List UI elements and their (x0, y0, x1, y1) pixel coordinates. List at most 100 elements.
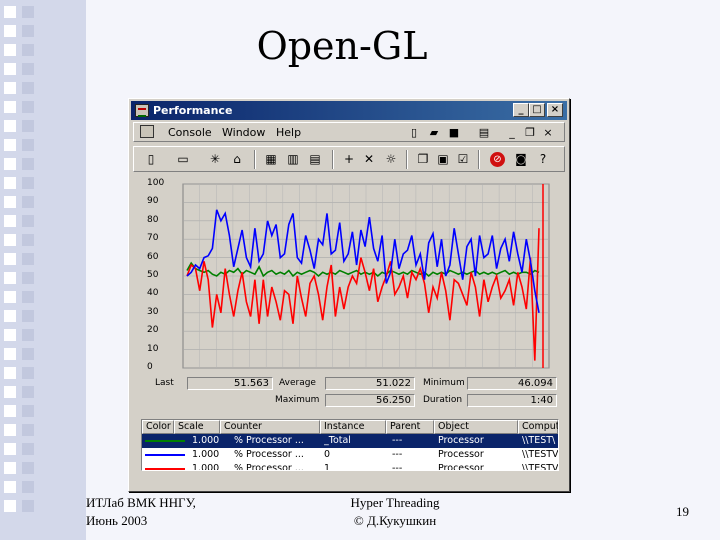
paste-counter-list-icon[interactable]: ▣ (434, 150, 452, 168)
decorative-square (4, 310, 16, 322)
decorative-square (22, 177, 34, 189)
footer-date: Июнь 2003 (86, 513, 148, 528)
legend-computer: \\TESTV (522, 463, 558, 471)
toolbar: ▯ ▭ ✳ ⌂ ▦ ▥ ▤ + ✕ ☼ ❐ ▣ ☑ ⊘ ◙ ? (133, 146, 565, 172)
window-close-icon[interactable]: × (540, 125, 556, 140)
properties-icon[interactable]: ▤ (476, 125, 492, 140)
footer-middle: Hyper Threading © Д.Кукушкин (340, 494, 450, 530)
delete-counter-icon[interactable]: ✕ (360, 150, 378, 168)
update-data-icon[interactable]: ◙ (512, 150, 530, 168)
graph-area: 100 90 80 70 60 50 40 30 20 10 0 (133, 176, 565, 390)
decorative-square (22, 82, 34, 94)
decorative-square (22, 215, 34, 227)
footer-left: ИТЛаб ВМК ННГУ, Июнь 2003 (86, 494, 196, 530)
menu-console[interactable]: Console (168, 126, 212, 139)
decorative-square (22, 443, 34, 455)
decorative-square (22, 462, 34, 474)
decorative-square (22, 405, 34, 417)
performance-window: Performance _ □ × Console Window Help ▯ … (128, 98, 570, 492)
maximize-button[interactable]: □ (529, 103, 545, 117)
console-doc-icon[interactable] (140, 125, 154, 138)
view-graph-icon[interactable]: ▦ (262, 150, 280, 168)
decorative-square (4, 101, 16, 113)
legend-row[interactable]: 1.000 % Processor ... 0 --- Processor \\… (142, 448, 558, 462)
decorative-square (4, 424, 16, 436)
view-log-data-icon[interactable]: ⌂ (228, 150, 246, 168)
decorative-left-band (0, 0, 86, 540)
legend-header-counter[interactable]: Counter (220, 420, 320, 434)
legend-header-object[interactable]: Object (434, 420, 518, 434)
decorative-square (4, 6, 16, 18)
clear-display-icon[interactable]: ▭ (174, 150, 192, 168)
decorative-square (4, 158, 16, 170)
legend-row[interactable]: 1.000 % Processor ... _Total --- Process… (142, 434, 558, 448)
decorative-square (22, 196, 34, 208)
minimum-label: Minimum (423, 378, 465, 388)
legend-object: Processor (438, 449, 484, 460)
close-button[interactable]: × (547, 103, 563, 117)
maximum-value: 56.250 (325, 394, 415, 407)
decorative-square (4, 82, 16, 94)
add-counter-icon[interactable]: + (340, 150, 358, 168)
decorative-square (22, 500, 34, 512)
new-icon[interactable]: ▯ (406, 125, 422, 140)
legend-header-color[interactable]: Color (142, 420, 174, 434)
properties-icon[interactable]: ☑ (454, 150, 472, 168)
legend-computer: \\TEST\ (522, 435, 556, 446)
save-icon[interactable]: ■ (446, 125, 462, 140)
performance-app-icon (135, 104, 149, 117)
footer-author: © Д.Кукушкин (353, 513, 437, 528)
decorative-square (4, 253, 16, 265)
last-label: Last (155, 378, 174, 388)
toolbar-separator (478, 150, 480, 169)
decorative-square (4, 139, 16, 151)
decorative-square (4, 196, 16, 208)
open-folder-icon[interactable]: ▰ (426, 125, 442, 140)
menu-help[interactable]: Help (276, 126, 301, 139)
decorative-square (22, 329, 34, 341)
stats-panel: Last 51.563 Average 51.022 Minimum 46.09… (133, 375, 565, 415)
copy-properties-icon[interactable]: ❐ (414, 150, 432, 168)
legend-object: Processor (438, 463, 484, 471)
legend-parent: --- (392, 463, 403, 471)
decorative-square (22, 348, 34, 360)
decorative-square (4, 443, 16, 455)
duration-value: 1:40 (467, 394, 557, 407)
freeze-display-icon[interactable]: ⊘ (490, 152, 505, 167)
window-title: Performance (153, 104, 233, 117)
decorative-square (4, 348, 16, 360)
decorative-square (22, 120, 34, 132)
series-color-swatch (145, 468, 185, 470)
decorative-square (22, 158, 34, 170)
legend-scale: 1.000 (192, 463, 220, 471)
window-minimize-icon[interactable]: _ (504, 125, 520, 140)
menu-window[interactable]: Window (222, 126, 265, 139)
series-color-swatch (145, 454, 185, 456)
new-counter-set-icon[interactable]: ▯ (142, 150, 160, 168)
legend-scale: 1.000 (192, 435, 220, 446)
legend-header-scale[interactable]: Scale (174, 420, 220, 434)
legend-header-parent[interactable]: Parent (386, 420, 434, 434)
legend-scale: 1.000 (192, 449, 220, 460)
view-histogram-icon[interactable]: ▥ (284, 150, 302, 168)
highlight-icon[interactable]: ☼ (382, 150, 400, 168)
help-icon[interactable]: ? (534, 150, 552, 168)
decorative-square (22, 101, 34, 113)
decorative-square (4, 329, 16, 341)
maximum-label: Maximum (275, 395, 320, 405)
legend-header-instance[interactable]: Instance (320, 420, 386, 434)
minimum-value: 46.094 (467, 377, 557, 390)
legend-header-computer[interactable]: Comput (518, 420, 558, 434)
decorative-square (22, 481, 34, 493)
performance-graph (182, 183, 550, 369)
decorative-square (22, 291, 34, 303)
legend-parent: --- (392, 435, 403, 446)
legend-row[interactable]: 1.000 % Processor ... 1 --- Processor \\… (142, 462, 558, 471)
window-restore-icon[interactable]: ❐ (522, 125, 538, 140)
view-current-activity-icon[interactable]: ✳ (206, 150, 224, 168)
decorative-squares (22, 6, 40, 519)
decorative-square (4, 177, 16, 189)
view-report-icon[interactable]: ▤ (306, 150, 324, 168)
footer-org: ИТЛаб ВМК ННГУ, (86, 495, 196, 510)
minimize-button[interactable]: _ (513, 103, 529, 117)
